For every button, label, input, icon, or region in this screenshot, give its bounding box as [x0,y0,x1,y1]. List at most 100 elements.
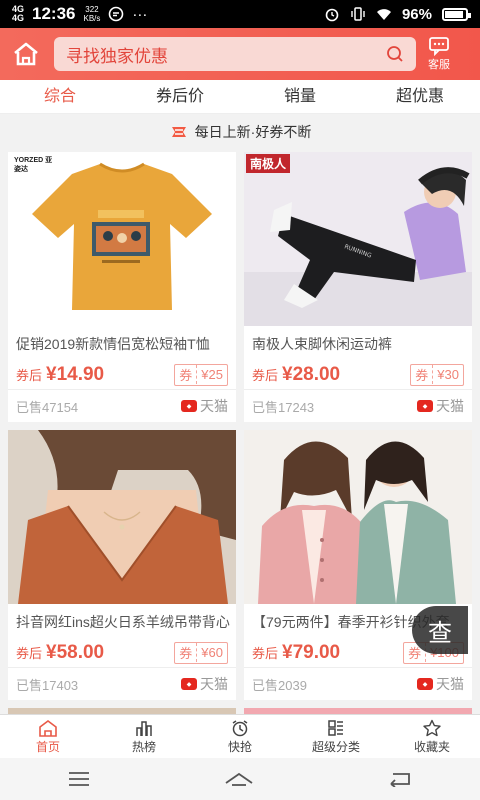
home-icon [14,42,38,66]
coupon-value: ¥60 [201,645,223,660]
brand-logo: YORZED 亚姿达 [14,157,53,173]
tmall-icon: ◆ [417,400,433,412]
coupon-badge[interactable]: 券 ¥60 [174,641,228,664]
sold-row: 已售17243 ◆ 天猫 [244,390,472,422]
shop-name: 天猫 [200,398,228,414]
tmall-icon: ◆ [181,678,197,690]
sold-count: 已售17403 [16,677,79,693]
shop-badge: ◆ 天猫 [417,674,464,694]
message-icon [109,6,124,22]
product-title: 抖音网红ins超火日系羊绒吊带背心 [16,614,230,630]
customer-service-button[interactable]: 客服 [428,36,450,72]
search-placeholder: 寻找独家优惠 [66,46,168,66]
price-row: 券后 ¥28.00 券 ¥30 [244,354,472,390]
nav-label: 热榜 [131,739,156,754]
sold-count: 已售47154 [16,399,79,415]
coupon-value: ¥25 [201,367,223,382]
bar-chart-icon [136,720,152,736]
shop-badge: ◆ 天猫 [417,396,464,416]
tab-sales[interactable]: 销量 [240,80,360,113]
nav-flash-sale[interactable]: 快抢 [192,715,288,758]
product-card[interactable]: 【79元两件】春季开衫针织外套 券后 ¥79.00 券 ¥100 已售2039 … [244,430,472,700]
check-float-button[interactable]: 查 [412,606,468,654]
search-input[interactable]: 寻找独家优惠 [54,37,416,71]
shop-badge: ◆ 天猫 [181,674,228,694]
price-row: 券后 ¥14.90 券 ¥25 [8,354,236,390]
more-notifications: ··· [132,5,148,23]
menu-icon[interactable] [67,771,91,787]
nav-hot-list[interactable]: 热榜 [96,715,192,758]
tmall-icon: ◆ [181,400,197,412]
category-grid-icon [328,719,343,736]
product-price: ¥79.00 [282,641,341,663]
wifi-icon [376,9,391,20]
sort-tabs: 综合 券后价 销量 超优惠 [0,80,480,114]
home-button[interactable] [8,36,44,72]
coupon-badge[interactable]: 券 ¥25 [174,363,228,386]
network-speed: 322 KB/s [83,5,101,23]
network-indicator: 4G 4G [12,4,25,23]
star-icon [423,719,441,736]
product-card[interactable]: 抖音网红ins超火日系羊绒吊带背心 券后 ¥58.00 券 ¥60 已售1740… [8,430,236,700]
nav-label: 快抢 [227,739,252,754]
shop-badge: ◆ 天猫 [181,396,228,416]
tshirt-illustration [32,162,212,310]
coupon-label: 券 [175,643,198,662]
product-title: 促销2019新款情侣宽松短袖T恤 [16,336,210,352]
nav-label: 收藏夹 [413,739,450,754]
back-icon[interactable] [387,771,413,787]
battery-percent: 96% [401,5,432,23]
pants-model-illustration: RUNNING [244,152,472,326]
nav-label: 首页 [35,739,60,754]
tab-super-deals[interactable]: 超优惠 [360,80,480,113]
product-price: ¥28.00 [282,363,341,385]
home-key-icon[interactable] [224,771,254,787]
battery-icon [442,7,471,21]
product-price: ¥58.00 [46,641,105,663]
bottom-nav: 首页 热榜 快抢 超级分类 收藏夹 [0,714,480,758]
sold-count: 已售2039 [252,677,307,693]
shop-name: 天猫 [200,676,228,692]
coupon-value: ¥30 [437,367,459,382]
after-coupon-label: 券后 [252,368,279,383]
coupon-badge[interactable]: 券 ¥30 [410,363,464,386]
coupon-label: 券 [175,365,198,384]
search-icon[interactable] [386,45,404,63]
after-coupon-label: 券后 [252,646,279,661]
clock: 12:36 [32,4,76,23]
cardigan-models-illustration [244,430,472,604]
vibrate-icon [351,7,365,21]
coupon-icon [171,127,186,137]
product-price: ¥14.90 [46,363,105,385]
shop-name: 天猫 [436,676,464,692]
home-icon [39,719,57,737]
service-label: 客服 [428,59,450,71]
nav-categories[interactable]: 超级分类 [288,715,384,758]
daily-notice: 每日上新·好券不断 [0,114,480,150]
sold-row: 已售2039 ◆ 天猫 [244,668,472,700]
alarm-clock-icon [232,719,248,736]
brand-logo: 南极人 [246,154,291,173]
nav-home[interactable]: 首页 [0,715,96,758]
tab-comprehensive[interactable]: 综合 [0,80,120,113]
sold-count: 已售17243 [252,399,315,415]
alarm-icon [325,8,339,22]
product-card[interactable]: YORZED 亚姿达 促销2019新款情侣宽松短袖T恤 券后 ¥14.90 券 … [8,152,236,422]
product-image: YORZED 亚姿达 [8,152,236,326]
app-header: 寻找独家优惠 客服 [0,28,480,80]
product-title: 南极人束脚休闲运动裤 [252,336,392,352]
price-row: 券后 ¥58.00 券 ¥60 [8,632,236,668]
system-nav-bar [0,758,480,800]
camisole-model-illustration [8,430,236,604]
after-coupon-label: 券后 [16,646,43,661]
nav-label: 超级分类 [311,739,360,754]
after-coupon-label: 券后 [16,368,43,383]
nav-favorites[interactable]: 收藏夹 [384,715,480,758]
sold-row: 已售17403 ◆ 天猫 [8,668,236,700]
coupon-label: 券 [411,365,434,384]
tab-after-coupon-price[interactable]: 券后价 [120,80,240,113]
product-image [244,430,472,604]
tmall-icon: ◆ [417,678,433,690]
product-card[interactable]: 南极人 RUNNING 南极人束脚休闲运动裤 券后 ¥28.00 券 ¥30 已… [244,152,472,422]
chat-icon [429,37,449,56]
